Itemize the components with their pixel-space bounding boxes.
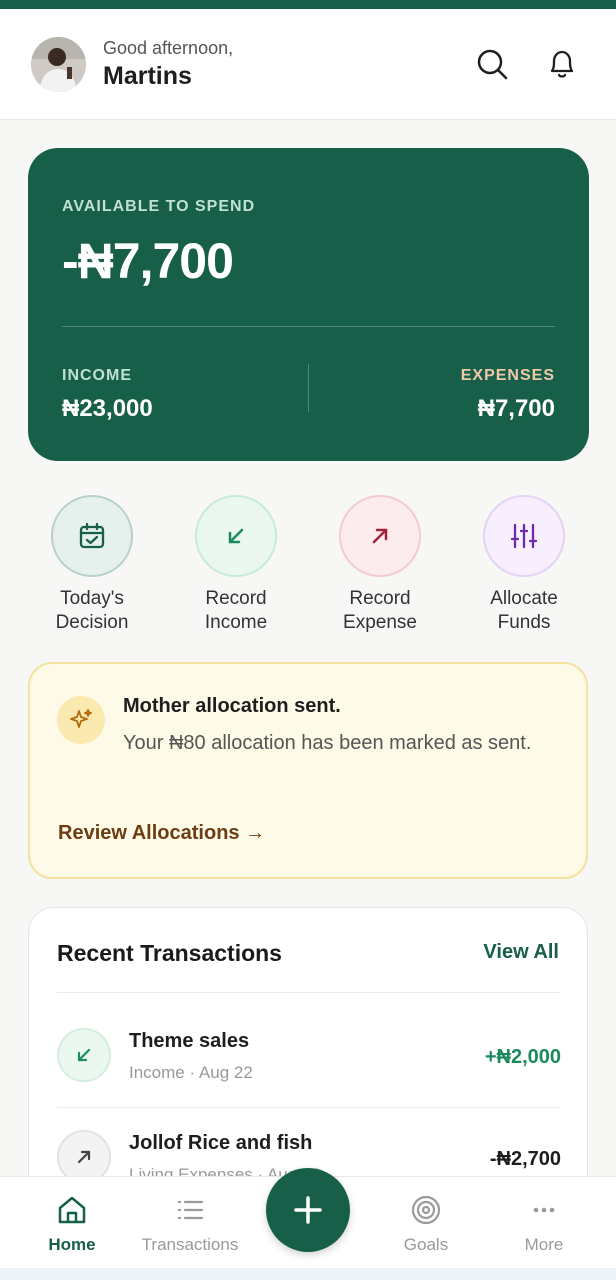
search-icon[interactable] <box>475 47 509 81</box>
target-icon <box>411 1195 441 1225</box>
nav-goals[interactable]: Goals <box>366 1193 486 1255</box>
expenses-label: EXPENSES <box>460 367 555 384</box>
app-header: Good afternoon, Martins <box>0 9 616 120</box>
record-expense-button[interactable]: Record Expense <box>320 495 440 635</box>
balance-card: AVAILABLE TO SPEND -₦7,700 INCOME ₦23,00… <box>28 148 589 461</box>
vertical-divider <box>308 364 309 412</box>
action-label-line2: Expense <box>343 612 417 633</box>
transaction-name: Jollof Rice and fish <box>129 1132 313 1154</box>
sliders-icon <box>483 495 565 577</box>
income-value: ₦23,000 <box>62 395 153 422</box>
expenses-value: ₦7,700 <box>477 395 555 422</box>
action-label-line2: Decision <box>55 612 129 633</box>
action-label-line1: Record <box>205 588 267 609</box>
sparkle-icon <box>57 696 105 744</box>
divider <box>57 992 561 993</box>
review-allocations-link[interactable]: Review Allocations → <box>58 822 265 845</box>
plus-icon <box>294 1196 322 1224</box>
more-dots-icon <box>533 1207 555 1213</box>
transaction-row[interactable]: Theme sales Income · Aug 22 +₦2,000 <box>57 1008 561 1108</box>
action-label-line1: Today's <box>60 588 124 609</box>
status-strip <box>0 0 616 9</box>
avatar[interactable] <box>31 37 86 92</box>
transaction-amount: -₦2,700 <box>489 1148 561 1170</box>
greeting-text: Good afternoon, <box>103 38 234 58</box>
recent-title: Recent Transactions <box>57 940 282 966</box>
todays-decision-button[interactable]: Today's Decision <box>32 495 152 635</box>
arrow-down-left-icon <box>195 495 277 577</box>
arrow-right-icon: → <box>245 822 266 844</box>
nav-home[interactable]: Home <box>12 1193 132 1255</box>
nav-transactions-label: Transactions <box>141 1235 239 1254</box>
calendar-check-icon <box>51 495 133 577</box>
system-nav-bar <box>0 1268 616 1280</box>
nav-home-label: Home <box>48 1235 96 1254</box>
view-all-link[interactable]: View All <box>483 941 559 964</box>
bell-icon[interactable] <box>545 47 579 81</box>
notice-title: Mother allocation sent. <box>123 695 341 717</box>
list-icon <box>177 1200 204 1220</box>
review-allocations-label: Review Allocations <box>58 822 240 844</box>
transaction-meta: Income · Aug 22 <box>129 1063 253 1082</box>
divider <box>57 1107 561 1108</box>
allocate-funds-button[interactable]: Allocate Funds <box>464 495 584 635</box>
nav-more-label: More <box>524 1235 564 1254</box>
nav-more[interactable]: More <box>484 1193 604 1255</box>
arrow-down-left-icon <box>57 1028 111 1082</box>
notice-body: Your ₦80 allocation has been marked as s… <box>123 732 532 754</box>
action-label-line2: Income <box>204 612 268 633</box>
transaction-amount: +₦2,000 <box>484 1046 561 1068</box>
action-label-line2: Funds <box>497 612 551 633</box>
nav-transactions[interactable]: Transactions <box>130 1193 250 1255</box>
transaction-name: Theme sales <box>129 1030 250 1052</box>
allocation-notice: Mother allocation sent. Your ₦80 allocat… <box>28 662 588 879</box>
action-label-line1: Record <box>349 588 411 609</box>
record-income-button[interactable]: Record Income <box>176 495 296 635</box>
income-label: INCOME <box>62 367 132 384</box>
user-name: Martins <box>103 62 192 90</box>
action-label-line1: Allocate <box>490 588 558 609</box>
nav-goals-label: Goals <box>403 1235 449 1254</box>
arrow-up-right-icon <box>339 495 421 577</box>
available-amount: -₦7,700 <box>62 233 234 289</box>
add-button[interactable] <box>266 1168 350 1252</box>
home-icon <box>58 1196 86 1224</box>
available-label: AVAILABLE TO SPEND <box>62 198 256 215</box>
divider <box>62 326 555 327</box>
